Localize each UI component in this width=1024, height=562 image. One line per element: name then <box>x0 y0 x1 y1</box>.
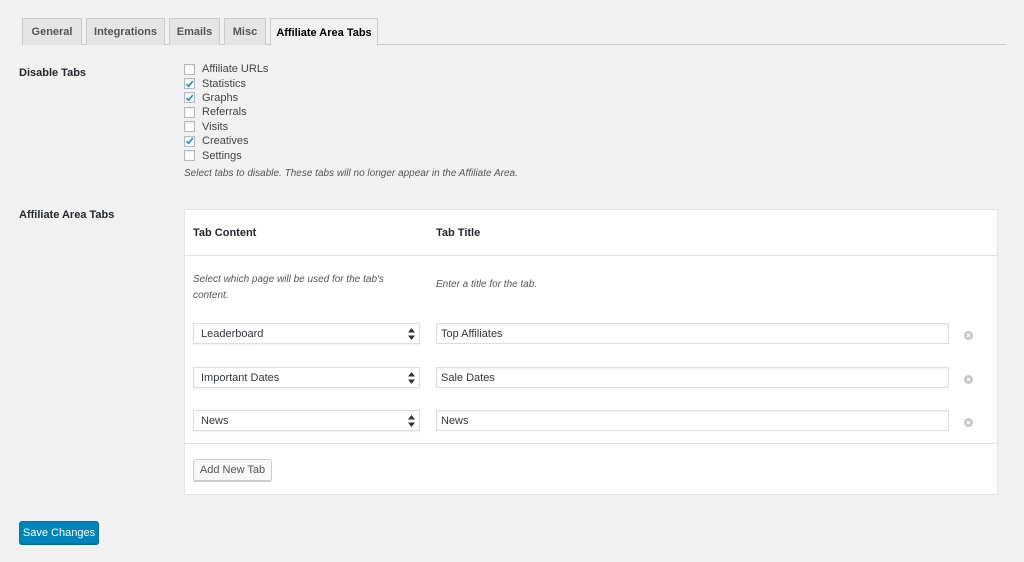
remove-row-icon[interactable] <box>964 418 973 427</box>
checkbox-label: Graphs <box>202 91 239 104</box>
input-value: Top Affiliates <box>441 327 503 340</box>
tab-title-hint: Enter a title for the tab. <box>436 279 538 290</box>
checkbox-row-creatives[interactable]: Creatives <box>184 134 518 148</box>
tab-content-hint: Select which page will be used for the t… <box>193 272 384 304</box>
checkbox-label: Affiliate URLs <box>202 63 269 76</box>
tab-title-input[interactable]: News <box>436 410 949 431</box>
tab-affiliate-area-tabs[interactable]: Affiliate Area Tabs <box>270 18 378 46</box>
remove-row-icon[interactable] <box>964 375 973 384</box>
disable-tabs-description: Select tabs to disable. These tabs will … <box>184 167 518 179</box>
checkbox-row-statistics[interactable]: Statistics <box>184 76 518 90</box>
select-arrows-icon <box>408 328 415 340</box>
input-value: News <box>441 414 469 427</box>
select-value: Important Dates <box>201 371 280 384</box>
checkbox-settings[interactable] <box>184 150 195 162</box>
tab-title-input[interactable]: Top Affiliates <box>436 323 949 344</box>
add-new-tab-button[interactable]: Add New Tab <box>193 459 272 481</box>
tab-content-hint-line: Select which page will be used for the t… <box>193 274 384 285</box>
tab-content-select[interactable]: News <box>193 410 420 431</box>
input-value: Sale Dates <box>441 371 495 384</box>
checkbox-visits[interactable] <box>184 121 195 133</box>
column-header-tab-content: Tab Content <box>193 227 257 239</box>
checkbox-row-settings[interactable]: Settings <box>184 148 518 162</box>
tab-integrations[interactable]: Integrations <box>86 18 165 45</box>
select-value: News <box>201 414 229 427</box>
checkmark-icon <box>185 80 194 88</box>
tab-content-select[interactable]: Important Dates <box>193 367 420 388</box>
save-changes-button[interactable]: Save Changes <box>19 521 99 544</box>
tab-title-input[interactable]: Sale Dates <box>436 367 949 388</box>
disable-tabs-checkbox-list: Affiliate URLs Statistics Graphs Referra… <box>184 62 518 179</box>
checkbox-row-affiliate-urls[interactable]: Affiliate URLs <box>184 62 518 76</box>
tab-emails[interactable]: Emails <box>169 18 220 45</box>
checkbox-label: Settings <box>202 149 242 162</box>
disable-tabs-label: Disable Tabs <box>19 67 87 79</box>
checkmark-icon <box>185 94 194 102</box>
settings-tabs: General Integrations Emails Misc Affilia… <box>22 18 1006 46</box>
checkbox-label: Creatives <box>202 135 249 148</box>
table-footer: Add New Tab <box>185 443 997 495</box>
tab-content-hint-line: content. <box>193 290 229 301</box>
checkbox-row-visits[interactable]: Visits <box>184 120 518 134</box>
checkbox-label: Statistics <box>202 77 247 90</box>
checkbox-statistics[interactable] <box>184 78 195 90</box>
checkmark-icon <box>185 137 194 145</box>
checkbox-label: Visits <box>202 120 229 133</box>
checkbox-referrals[interactable] <box>184 106 195 118</box>
checkbox-label: Referrals <box>202 106 247 119</box>
checkbox-row-referrals[interactable]: Referrals <box>184 105 518 119</box>
checkbox-creatives[interactable] <box>184 135 195 147</box>
checkbox-row-graphs[interactable]: Graphs <box>184 91 518 105</box>
affiliate-area-tabs-label: Affiliate Area Tabs <box>19 209 115 221</box>
select-arrows-icon <box>408 372 415 384</box>
affiliate-area-tabs-table: Tab Content Tab Title Select which page … <box>184 209 998 495</box>
checkbox-affiliate-urls[interactable] <box>184 63 195 75</box>
tab-content-select[interactable]: Leaderboard <box>193 323 420 344</box>
remove-row-icon[interactable] <box>964 331 973 340</box>
tab-general[interactable]: General <box>22 18 82 45</box>
table-header: Tab Content Tab Title <box>185 210 997 256</box>
select-arrows-icon <box>408 415 415 427</box>
tab-misc[interactable]: Misc <box>224 18 266 45</box>
checkbox-graphs[interactable] <box>184 92 195 104</box>
column-header-tab-title: Tab Title <box>436 227 481 239</box>
select-value: Leaderboard <box>201 327 264 340</box>
